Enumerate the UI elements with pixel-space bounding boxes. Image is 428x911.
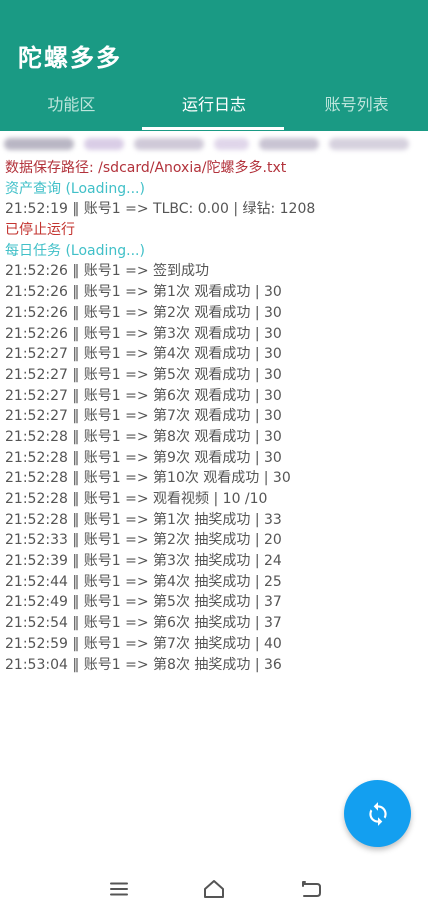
menu-icon — [109, 881, 129, 897]
home-button[interactable] — [199, 876, 229, 902]
tab-account-list[interactable]: 账号列表 — [285, 86, 428, 126]
refresh-fab[interactable] — [344, 780, 411, 847]
log-line-entry: 21:52:27 ‖ 账号1 => 第7次 观看成功 | 30 — [5, 408, 282, 425]
log-line-entry: 21:52:26 ‖ 账号1 => 第3次 观看成功 | 30 — [5, 325, 282, 342]
log-line-section: 资产查询 (Loading...) — [5, 180, 145, 197]
log-line-entry: 21:52:59 ‖ 账号1 => 第7次 抽奖成功 | 40 — [5, 635, 282, 652]
log-line-entry: 21:52:44 ‖ 账号1 => 第4次 抽奖成功 | 25 — [5, 573, 282, 590]
back-icon — [300, 879, 322, 899]
log-line-entry: 21:52:27 ‖ 账号1 => 第4次 观看成功 | 30 — [5, 346, 282, 363]
log-line-entry: 21:52:28 ‖ 账号1 => 第10次 观看成功 | 30 — [5, 470, 291, 487]
active-tab-indicator — [142, 127, 284, 130]
log-line-entry: 21:52:28 ‖ 账号1 => 第1次 抽奖成功 | 33 — [5, 511, 282, 528]
log-line-entry: 21:52:27 ‖ 账号1 => 第6次 观看成功 | 30 — [5, 387, 282, 404]
log-line-status: 已停止运行 — [5, 222, 75, 239]
system-nav-bar — [0, 866, 428, 911]
log-line-entry: 21:53:04 ‖ 账号1 => 第8次 抽奖成功 | 36 — [5, 656, 282, 673]
menu-button[interactable] — [104, 876, 134, 902]
tab-functions[interactable]: 功能区 — [0, 86, 143, 126]
app-title: 陀螺多多 — [18, 44, 122, 72]
back-button[interactable] — [296, 876, 326, 902]
log-line-entry: 21:52:27 ‖ 账号1 => 第5次 观看成功 | 30 — [5, 366, 282, 383]
app-bar: 陀螺多多 功能区 运行日志 账号列表 — [0, 0, 428, 131]
log-line-entry: 21:52:19 ‖ 账号1 => TLBC: 0.00 | 绿钻: 1208 — [5, 201, 316, 218]
log-line-entry: 21:52:54 ‖ 账号1 => 第6次 抽奖成功 | 37 — [5, 615, 282, 632]
log-line-entry: 21:52:26 ‖ 账号1 => 第1次 观看成功 | 30 — [5, 284, 282, 301]
blurred-content-strip — [4, 138, 412, 152]
log-line-entry: 21:52:28 ‖ 账号1 => 第9次 观看成功 | 30 — [5, 449, 282, 466]
sync-icon — [365, 801, 391, 827]
log-line-entry: 21:52:26 ‖ 账号1 => 第2次 观看成功 | 30 — [5, 304, 282, 321]
run-log: 数据保存路径: /sdcard/Anoxia/陀螺多多.txt 资产查询 (Loa… — [5, 158, 423, 675]
log-line-entry: 21:52:49 ‖ 账号1 => 第5次 抽奖成功 | 37 — [5, 594, 282, 611]
tab-run-log[interactable]: 运行日志 — [143, 86, 286, 126]
home-icon — [202, 879, 226, 899]
tab-bar: 功能区 运行日志 账号列表 — [0, 86, 428, 126]
log-line-entry: 21:52:26 ‖ 账号1 => 签到成功 — [5, 263, 210, 280]
log-line-section: 每日任务 (Loading...) — [5, 242, 145, 259]
log-line-entry: 21:52:28 ‖ 账号1 => 观看视频 | 10 /10 — [5, 491, 268, 507]
log-line-entry: 21:52:28 ‖ 账号1 => 第8次 观看成功 | 30 — [5, 428, 282, 445]
log-line-path: 数据保存路径: /sdcard/Anoxia/陀螺多多.txt — [5, 160, 287, 176]
log-line-entry: 21:52:39 ‖ 账号1 => 第3次 抽奖成功 | 24 — [5, 553, 282, 570]
log-line-entry: 21:52:33 ‖ 账号1 => 第2次 抽奖成功 | 20 — [5, 532, 282, 549]
